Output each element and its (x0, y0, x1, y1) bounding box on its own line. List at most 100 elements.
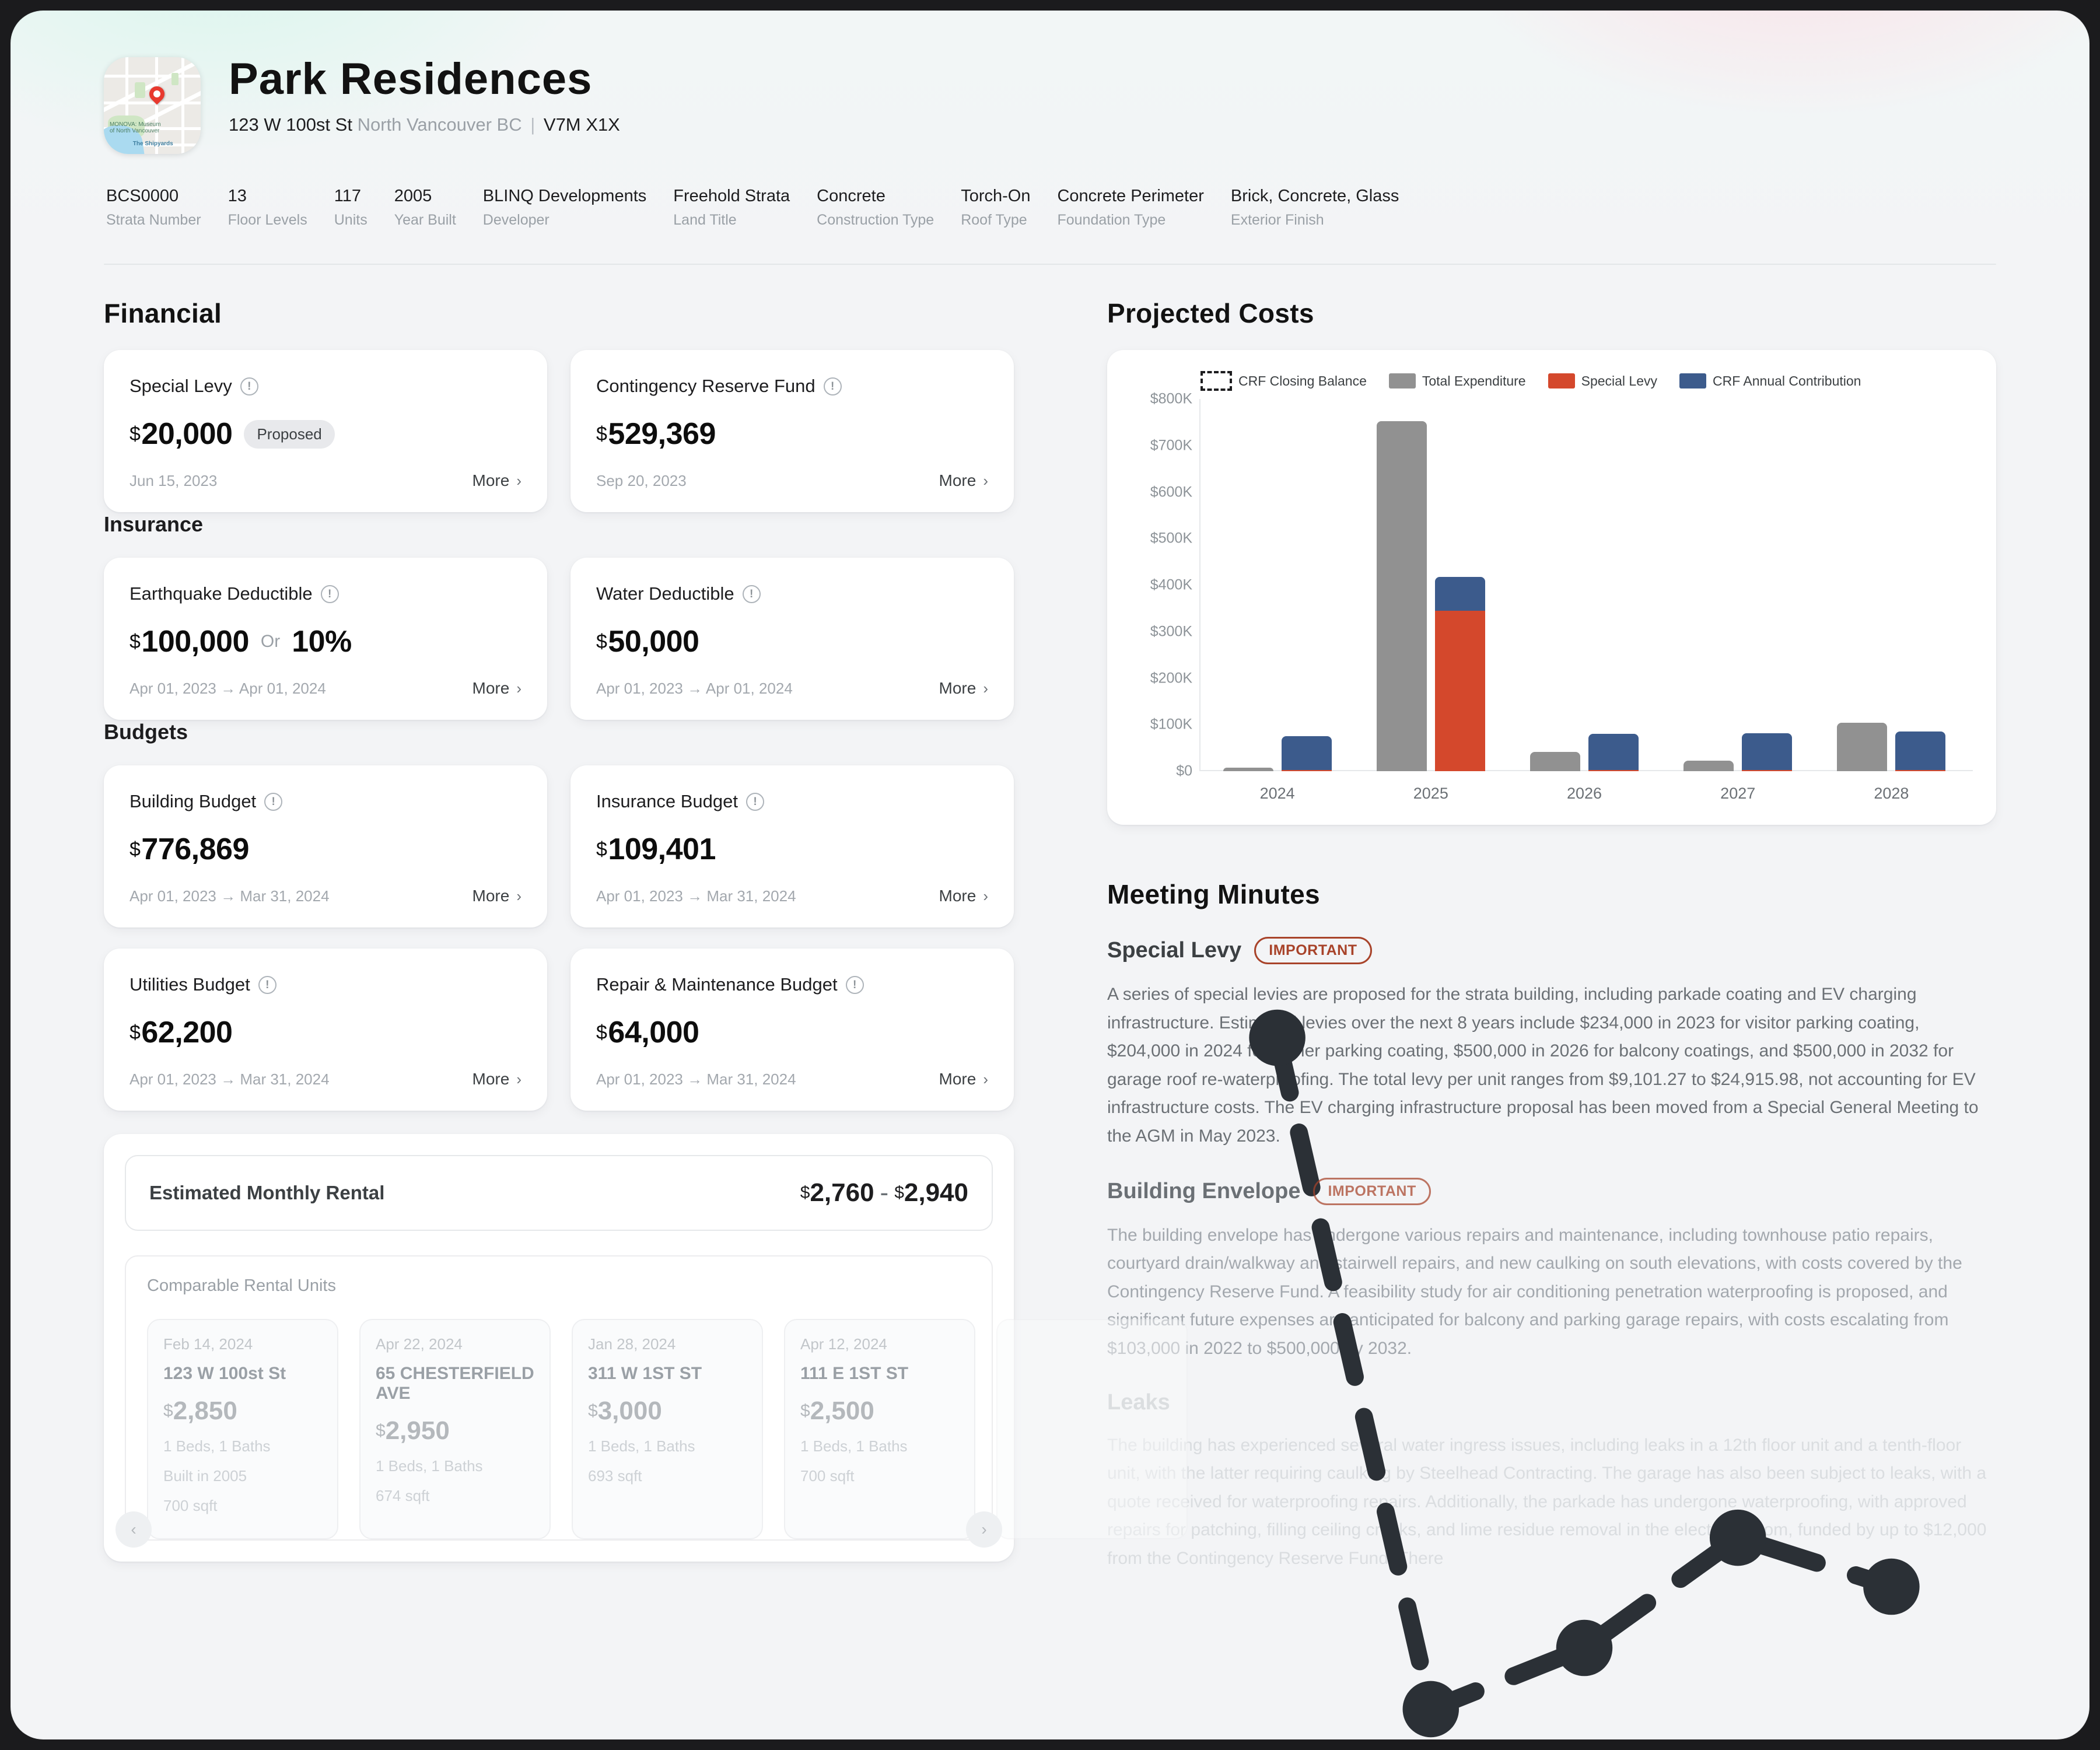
card-utilities-budget[interactable]: Utilities Budget! $62,200 Apr 01, 2023 →… (104, 949, 547, 1111)
status-badge: Proposed (244, 420, 334, 449)
card-date: Jun 15, 2023 (130, 472, 217, 490)
chart-y-tick: $300K (1150, 623, 1192, 640)
legend-swatch (1548, 373, 1575, 388)
card-title: Building Budget (130, 791, 256, 812)
stat-floor-levels: 13Floor Levels (228, 187, 334, 229)
card-repair-maintenance-budget[interactable]: Repair & Maintenance Budget! $64,000 Apr… (570, 949, 1014, 1111)
list-item[interactable]: Feb 14, 2024 123 W 100st St $2,850 1 Bed… (147, 1319, 338, 1539)
stat-year-built: 2005Year Built (394, 187, 483, 229)
card-water-deductible[interactable]: Water Deductible! $50,000 Apr 01, 2023 →… (570, 558, 1014, 720)
chart-x-tick: 2026 (1507, 785, 1661, 803)
stat-value: Brick, Concrete, Glass (1231, 187, 1399, 206)
list-item[interactable]: Apr 12, 2024 111 E 1ST ST $2,500 1 Beds,… (784, 1319, 975, 1539)
unit-extra: 674 sqft (376, 1487, 534, 1505)
chevron-right-icon: › (983, 887, 988, 905)
chart-x-tick: 2027 (1661, 785, 1815, 803)
chevron-right-icon: › (981, 1520, 986, 1539)
insurance-heading: Insurance (104, 512, 1014, 537)
list-item[interactable]: Jan 28, 2024 311 W 1ST ST $3,000 1 Beds,… (572, 1319, 763, 1539)
chart-y-tick: $500K (1150, 530, 1192, 547)
card-percent: 10% (292, 624, 352, 659)
chart-data-point[interactable] (1556, 1620, 1613, 1676)
list-item[interactable] (996, 1319, 1188, 1539)
stat-label: Units (334, 212, 368, 229)
card-building-budget[interactable]: Building Budget! $776,869 Apr 01, 2023 →… (104, 765, 547, 928)
stat-label: Strata Number (106, 212, 201, 229)
chart-data-point[interactable] (1249, 1010, 1306, 1066)
rental-label: Estimated Monthly Rental (149, 1182, 384, 1204)
status-badge: IMPORTANT (1313, 1178, 1430, 1205)
info-icon[interactable]: ! (321, 585, 339, 603)
more-button[interactable]: More› (473, 1070, 522, 1088)
chart-y-tick: $200K (1150, 670, 1192, 687)
more-button[interactable]: More› (473, 679, 522, 698)
card-date: Apr 01, 2023 → Apr 01, 2024 (596, 680, 793, 698)
carousel-next-button[interactable]: › (966, 1511, 1002, 1548)
card-title: Contingency Reserve Fund (596, 376, 816, 397)
more-button[interactable]: More› (473, 887, 522, 905)
more-button[interactable]: More› (473, 471, 522, 490)
info-icon[interactable]: ! (258, 976, 276, 994)
chart-y-tick: $0 (1176, 763, 1192, 780)
address-postal: V7M X1X (544, 114, 620, 135)
rental-units-carousel[interactable]: Feb 14, 2024 123 W 100st St $2,850 1 Bed… (147, 1319, 971, 1539)
unit-extra: 693 sqft (588, 1467, 747, 1485)
stat-units: 117Units (334, 187, 394, 229)
info-icon[interactable]: ! (746, 793, 764, 811)
map-thumbnail-icon[interactable]: MONOVA: Museumof North Vancouver The Shi… (104, 57, 201, 154)
info-icon[interactable]: ! (264, 793, 282, 811)
stat-foundation-type: Concrete PerimeterFoundation Type (1057, 187, 1230, 229)
info-icon[interactable]: ! (240, 377, 258, 396)
unit-beds-baths: 1 Beds, 1 Baths (163, 1437, 322, 1455)
unit-price: $2,950 (376, 1416, 534, 1446)
unit-address: 111 E 1ST ST (800, 1364, 959, 1384)
stat-roof-type: Torch-OnRoof Type (961, 187, 1057, 229)
chevron-right-icon: › (516, 472, 522, 490)
card-date: Apr 01, 2023 → Apr 01, 2024 (130, 680, 326, 698)
financial-heading: Financial (104, 298, 1014, 329)
chart-y-tick: $700K (1150, 437, 1192, 454)
card-insurance-budget[interactable]: Insurance Budget! $109,401 Apr 01, 2023 … (570, 765, 1014, 928)
list-item[interactable]: Apr 22, 2024 65 CHESTERFIELD AVE $2,950 … (359, 1319, 551, 1539)
app-window: MONOVA: Museumof North Vancouver The Shi… (10, 10, 2090, 1740)
stat-label: Land Title (673, 212, 790, 229)
card-special-levy[interactable]: Special Levy! $20,000 Proposed Jun 15, 2… (104, 350, 547, 512)
stat-value: BCS0000 (106, 187, 201, 206)
chart-data-point[interactable] (1403, 1681, 1460, 1738)
property-address: 123 W 100st St North Vancouver BC | V7M … (229, 114, 1996, 135)
more-button[interactable]: More› (939, 679, 988, 698)
chevron-right-icon: › (983, 680, 988, 698)
card-amount: $100,000 (130, 624, 249, 659)
stat-label: Year Built (394, 212, 456, 229)
card-date: Apr 01, 2023 → Mar 31, 2024 (596, 1070, 796, 1088)
stat-label: Foundation Type (1057, 212, 1203, 229)
card-amount: $64,000 (596, 1015, 699, 1050)
financial-cards: Special Levy! $20,000 Proposed Jun 15, 2… (104, 350, 1014, 512)
chart-data-point[interactable] (1710, 1510, 1766, 1566)
card-amount: $529,369 (596, 416, 716, 452)
stat-value: Torch-On (961, 187, 1030, 206)
info-icon[interactable]: ! (846, 976, 864, 994)
unit-date: Apr 22, 2024 (376, 1335, 534, 1353)
more-button[interactable]: More› (939, 471, 988, 490)
chart-y-tick: $100K (1150, 716, 1192, 733)
info-icon[interactable]: ! (824, 377, 842, 396)
card-title: Special Levy (130, 376, 232, 397)
carousel-prev-button[interactable]: ‹ (116, 1511, 152, 1548)
budgets-cards-row-1: Building Budget! $776,869 Apr 01, 2023 →… (104, 765, 1014, 928)
card-title: Repair & Maintenance Budget (596, 974, 838, 995)
more-button[interactable]: More› (939, 1070, 988, 1088)
card-amount: $776,869 (130, 832, 249, 867)
card-earthquake-deductible[interactable]: Earthquake Deductible! $100,000 Or 10% A… (104, 558, 547, 720)
more-button[interactable]: More› (939, 887, 988, 905)
legend-special-levy: Special Levy (1548, 373, 1657, 389)
chart-plot-area: $0$100K$200K$300K$400K$500K$600K$700K$80… (1130, 399, 1973, 807)
chart-data-point[interactable] (1863, 1559, 1920, 1615)
unit-address: 123 W 100st St (163, 1364, 322, 1384)
chevron-right-icon: › (983, 1070, 988, 1088)
info-icon[interactable]: ! (743, 585, 761, 603)
projected-costs-heading: Projected Costs (1107, 298, 1996, 329)
card-contingency-reserve-fund[interactable]: Contingency Reserve Fund! $529,369 Sep 2… (570, 350, 1014, 512)
chart-y-tick: $400K (1150, 577, 1192, 594)
page-title: Park Residences (229, 57, 1996, 102)
